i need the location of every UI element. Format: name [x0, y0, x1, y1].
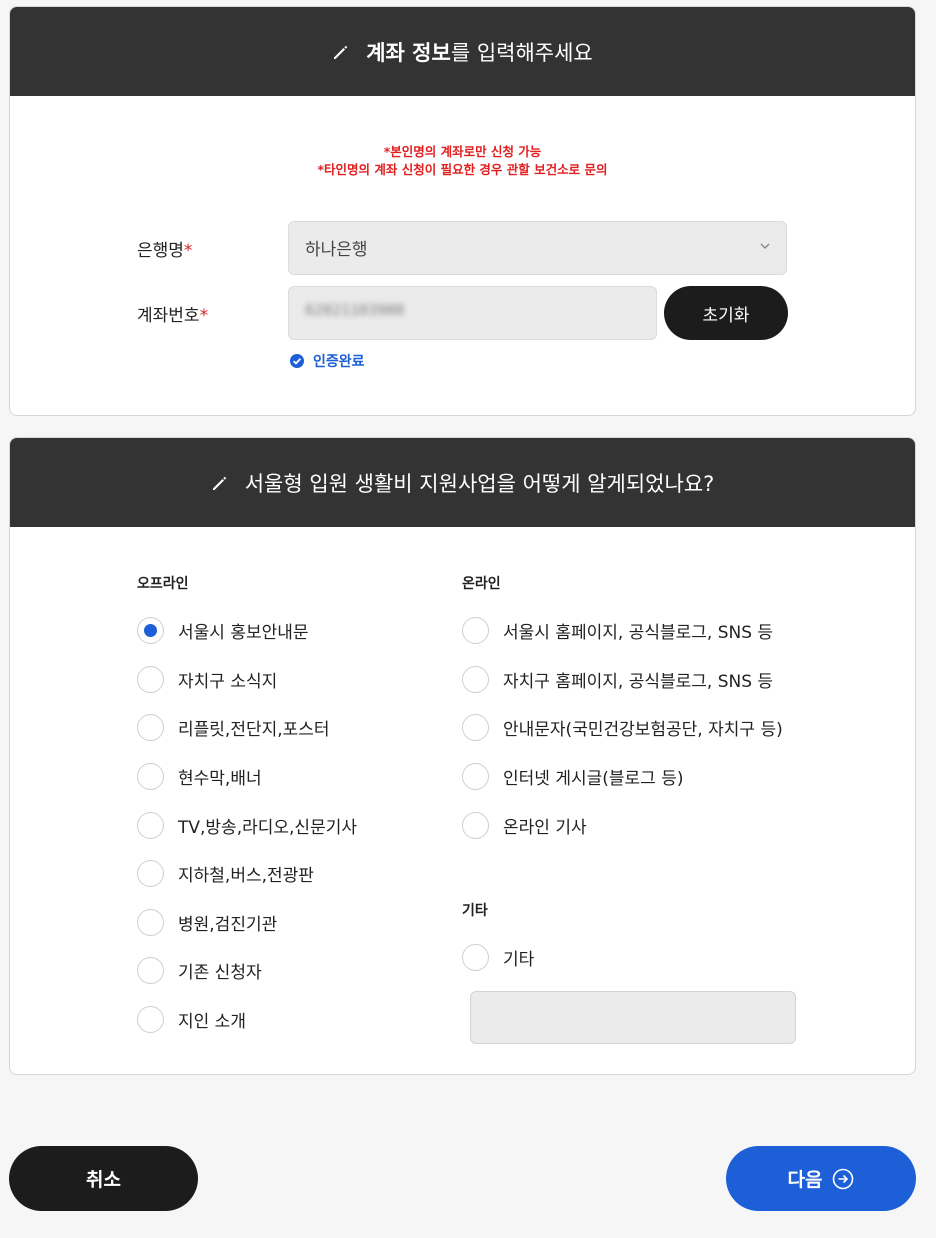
offline-option[interactable]: 지인 소개: [137, 1005, 246, 1033]
online-group-title: 온라인: [462, 576, 501, 592]
offline-option[interactable]: 현수막,배너: [137, 762, 262, 790]
notice-line-2: *타인명의 계좌 신청이 필요한 경우 관할 보건소로 문의: [317, 162, 608, 177]
next-button[interactable]: 다음: [726, 1146, 916, 1211]
offline-option[interactable]: TV,방송,라디오,신문기사: [137, 811, 357, 839]
radio[interactable]: [462, 811, 489, 839]
verified-status: 인증완료: [290, 351, 365, 371]
offline-group-title: 오프라인: [137, 576, 189, 592]
etc-option[interactable]: 기타: [462, 943, 534, 971]
account-row: 계좌번호* 62021103900 초기화: [10, 286, 915, 340]
verified-label: 인증완료: [313, 354, 365, 370]
offline-option[interactable]: 병원,검진기관: [137, 908, 277, 936]
radio-selected[interactable]: [137, 616, 164, 644]
account-number-value: 62021103900: [305, 301, 405, 319]
chevron-down-icon: [760, 243, 770, 249]
offline-option[interactable]: 지하철,버스,전광판: [137, 859, 314, 887]
pencil-icon: [334, 45, 348, 59]
radio[interactable]: [462, 762, 489, 790]
etc-text-input[interactable]: [470, 991, 796, 1044]
radio[interactable]: [137, 665, 164, 693]
survey-header: 서울형 입원 생활비 지원사업을 어떻게 알게되었나요?: [10, 438, 915, 527]
radio[interactable]: [137, 713, 164, 741]
radio[interactable]: [462, 665, 489, 693]
offline-option[interactable]: 서울시 홍보안내문: [137, 616, 309, 644]
online-option[interactable]: 온라인 기사: [462, 811, 587, 839]
bank-row: 은행명* 하나은행: [10, 221, 915, 275]
reset-button[interactable]: 초기화: [664, 286, 788, 340]
offline-option[interactable]: 기존 신청자: [137, 956, 262, 984]
next-button-label: 다음: [787, 1169, 823, 1191]
radio[interactable]: [137, 762, 164, 790]
offline-option[interactable]: 자치구 소식지: [137, 665, 277, 693]
radio[interactable]: [137, 1005, 164, 1033]
radio[interactable]: [462, 713, 489, 741]
account-number-input[interactable]: 62021103900: [288, 286, 657, 340]
pencil-icon: [212, 476, 227, 490]
account-number-label: 계좌번호*: [137, 306, 209, 326]
radio[interactable]: [137, 811, 164, 839]
online-option[interactable]: 서울시 홈페이지, 공식블로그, SNS 등: [462, 616, 773, 644]
notice-line-1: *본인명의 계좌로만 신청 가능: [383, 144, 542, 159]
account-info-card: 계좌 정보를 입력해주세요 *본인명의 계좌로만 신청 가능 *타인명의 계좌 …: [9, 6, 916, 416]
bank-select-value: 하나은행: [305, 240, 368, 260]
radio[interactable]: [137, 908, 164, 936]
bank-label: 은행명*: [137, 241, 193, 261]
account-info-title: 계좌 정보를 입력해주세요: [366, 40, 593, 65]
online-option[interactable]: 자치구 홈페이지, 공식블로그, SNS 등: [462, 665, 773, 693]
offline-option[interactable]: 리플릿,전단지,포스터: [137, 713, 330, 741]
online-option[interactable]: 안내문자(국민건강보험공단, 자치구 등): [462, 713, 783, 741]
account-notice: *본인명의 계좌로만 신청 가능 *타인명의 계좌 신청이 필요한 경우 관할 …: [10, 143, 915, 179]
radio[interactable]: [462, 616, 489, 644]
etc-group-title: 기타: [462, 903, 488, 919]
survey-title: 서울형 입원 생활비 지원사업을 어떻게 알게되었나요?: [244, 471, 715, 496]
arrow-circle-right-icon: [833, 1168, 854, 1189]
radio[interactable]: [462, 943, 489, 971]
bank-select[interactable]: 하나은행: [288, 221, 787, 275]
cancel-button[interactable]: 취소: [9, 1146, 198, 1211]
account-info-header: 계좌 정보를 입력해주세요: [10, 7, 915, 96]
online-option[interactable]: 인터넷 게시글(블로그 등): [462, 762, 683, 790]
survey-card: 서울형 입원 생활비 지원사업을 어떻게 알게되었나요? 오프라인 온라인 기타…: [9, 437, 916, 1075]
radio[interactable]: [137, 956, 164, 984]
check-circle-icon: [290, 354, 304, 368]
radio[interactable]: [137, 859, 164, 887]
